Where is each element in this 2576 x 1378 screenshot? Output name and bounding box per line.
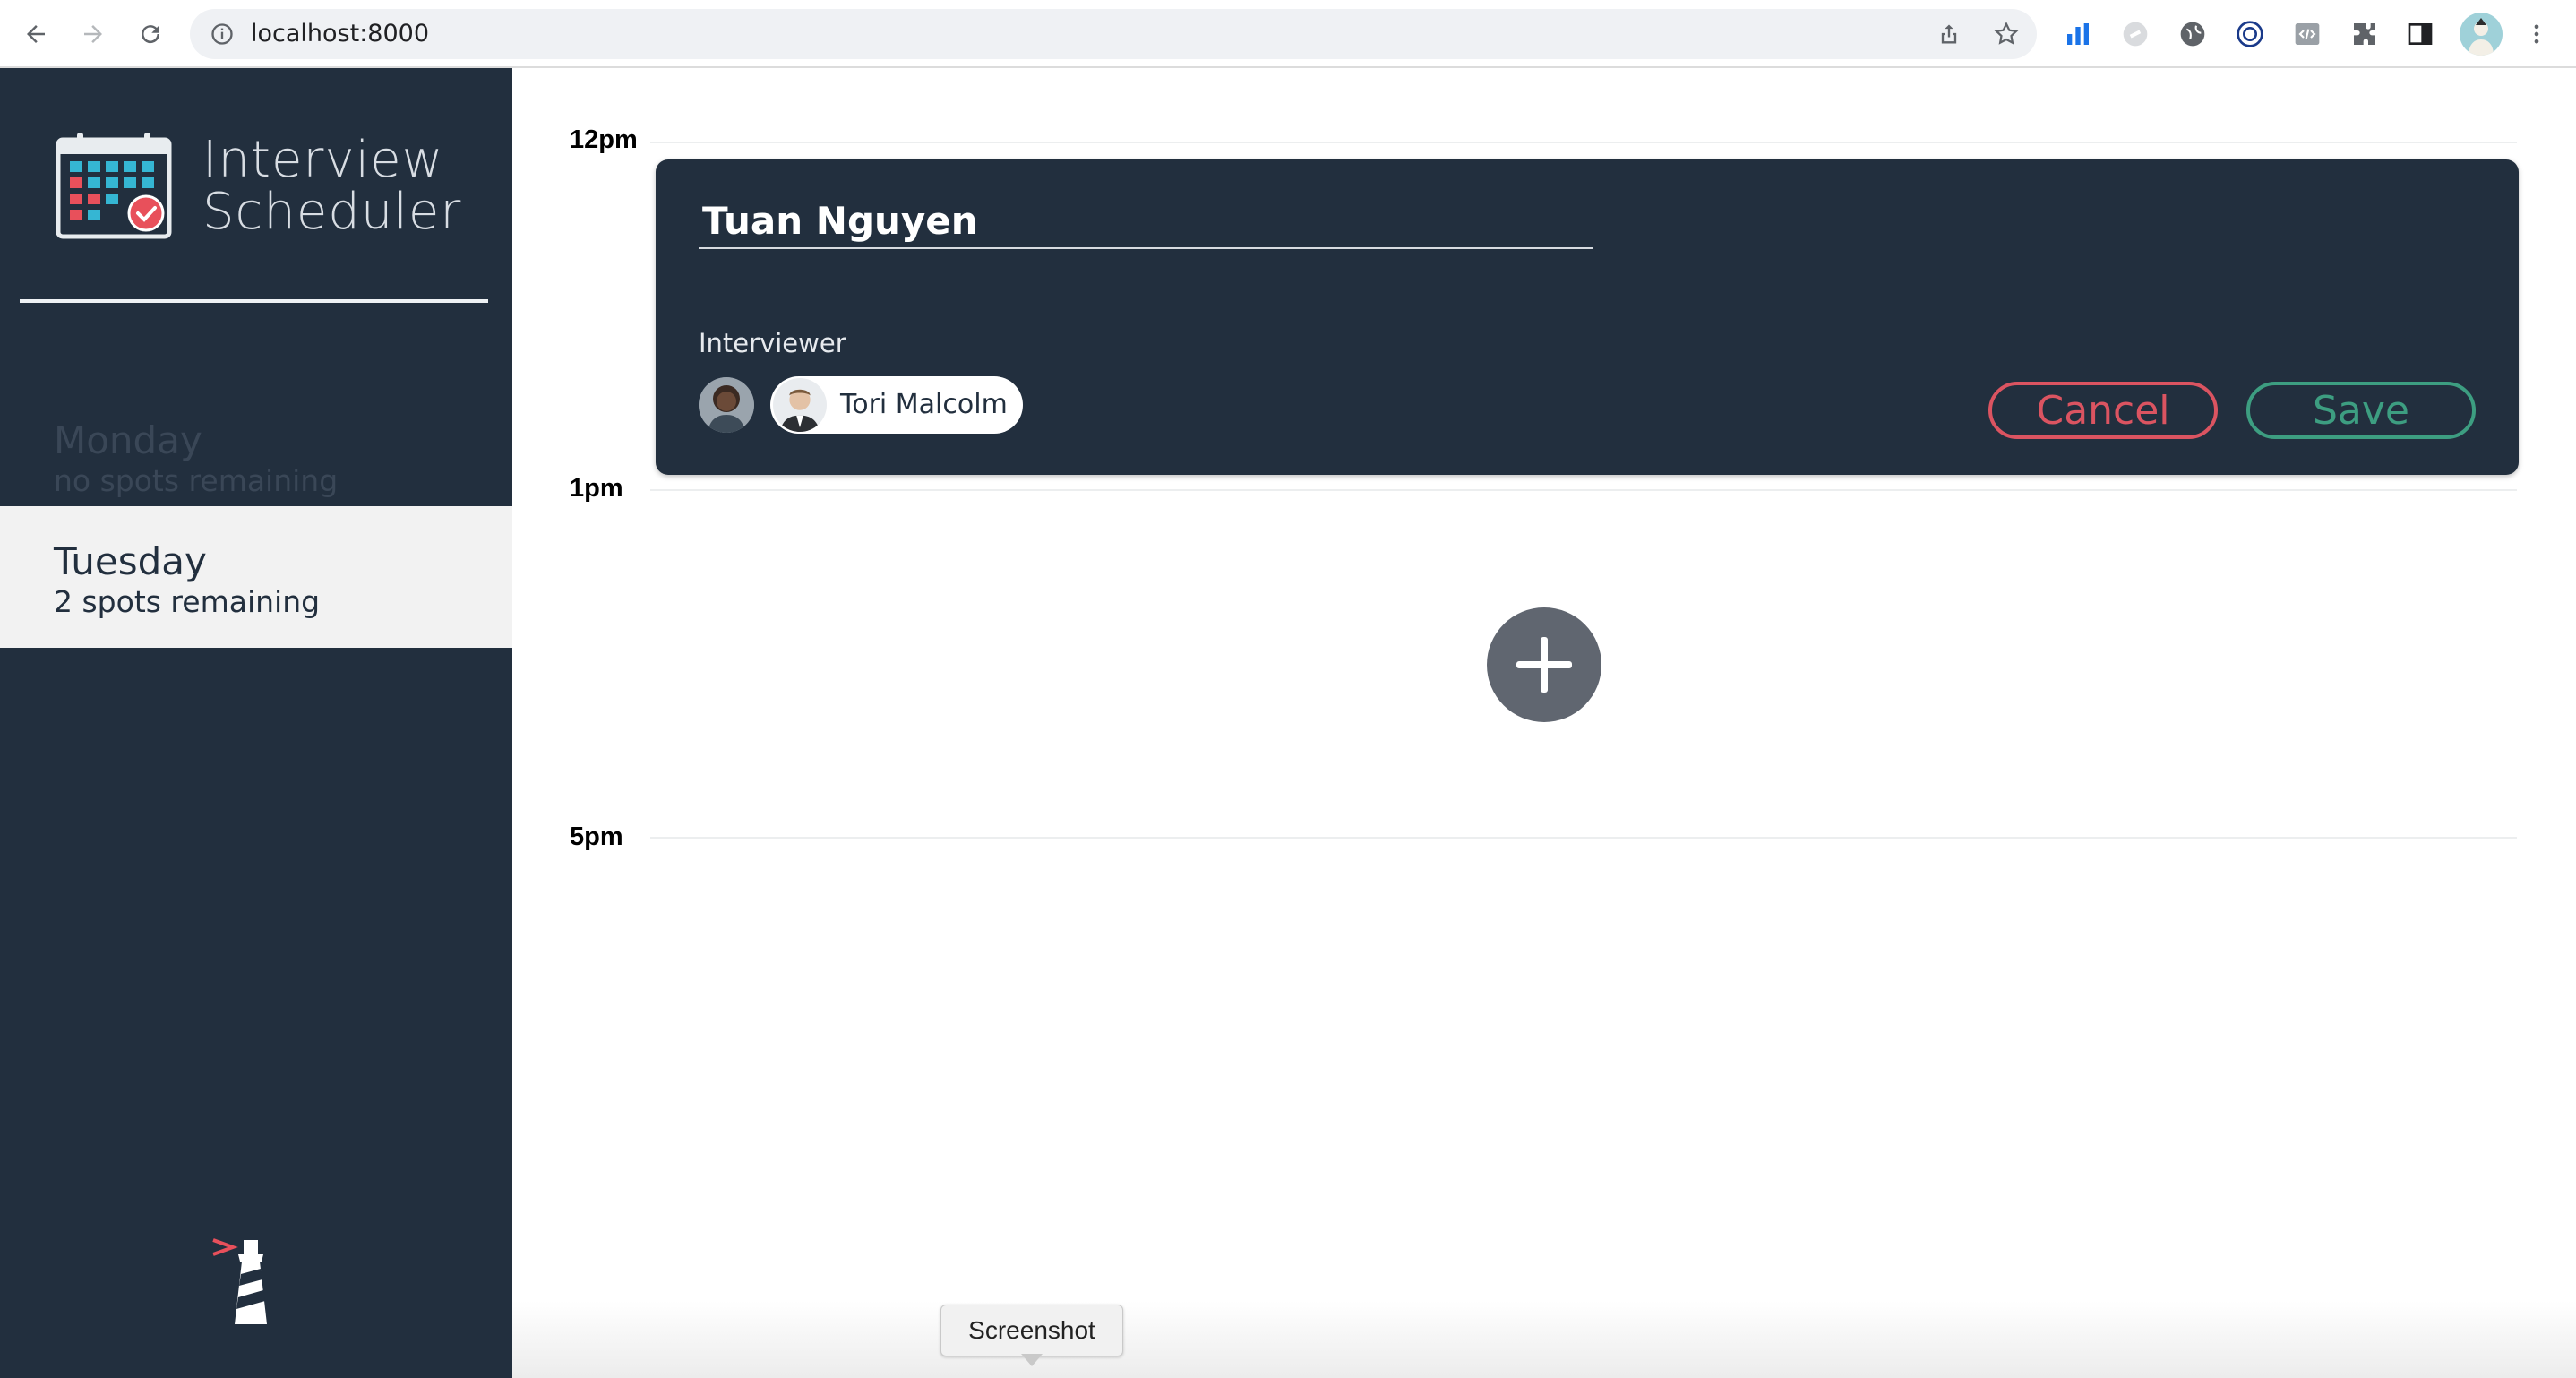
- calendar-logo-icon: [56, 131, 172, 245]
- link-extension-icon[interactable]: [2117, 16, 2153, 52]
- menu-icon[interactable]: [2519, 16, 2555, 52]
- time-label-5pm: 5pm: [570, 822, 623, 851]
- reload-icon[interactable]: [131, 14, 170, 54]
- day-item-tuesday[interactable]: Tuesday 2 spots remaining: [0, 506, 512, 648]
- day-spots: 2 spots remaining: [54, 584, 321, 619]
- add-appointment-button[interactable]: [1487, 607, 1601, 722]
- profile-avatar[interactable]: [2460, 13, 2503, 56]
- bookmark-star-icon[interactable]: [1988, 16, 2024, 52]
- lighthouse-logo-icon: [211, 1233, 274, 1331]
- time-label-12pm: 12pm: [570, 125, 638, 154]
- address-bar[interactable]: localhost:8000: [190, 9, 2037, 59]
- sidebar: Interview Scheduler Monday no spots rema…: [0, 68, 512, 1378]
- selected-interviewer-chip[interactable]: Tori Malcolm: [770, 376, 1023, 434]
- forward-icon[interactable]: [73, 14, 113, 54]
- day-spots: no spots remaining: [54, 463, 339, 498]
- interviewer-label: Interviewer: [699, 328, 846, 358]
- sidebar-divider: [20, 299, 488, 303]
- side-panel-icon[interactable]: [2402, 16, 2438, 52]
- site-info-icon[interactable]: [204, 16, 240, 52]
- cancel-button[interactable]: Cancel: [1988, 382, 2218, 439]
- screenshot-tooltip: Screenshot: [940, 1305, 1123, 1356]
- plus-icon: [1516, 637, 1572, 693]
- url-text[interactable]: localhost:8000: [251, 9, 429, 59]
- time-label-1pm: 1pm: [570, 474, 623, 503]
- save-button[interactable]: Save: [2246, 382, 2476, 439]
- globe-extension-icon[interactable]: [2175, 16, 2211, 52]
- time-divider: [650, 142, 2517, 143]
- time-divider: [650, 489, 2517, 491]
- interviewer-avatar: [773, 378, 827, 432]
- code-extension-icon[interactable]: [2289, 16, 2325, 52]
- selected-interviewer-name: Tori Malcolm: [840, 389, 1008, 420]
- back-icon[interactable]: [16, 14, 56, 54]
- share-icon[interactable]: [1931, 16, 1967, 52]
- bottom-shadow: [512, 1301, 2576, 1378]
- day-name: Monday: [54, 418, 202, 462]
- interviewer-avatar[interactable]: [699, 377, 754, 433]
- app-title: Interview Scheduler: [202, 134, 461, 238]
- compass-extension-icon[interactable]: [2232, 16, 2268, 52]
- app-title-line1: Interview: [202, 131, 444, 189]
- browser-toolbar: localhost:8000: [0, 0, 2576, 68]
- student-name-input[interactable]: [699, 194, 1593, 249]
- tooltip-tail: [1021, 1354, 1043, 1366]
- day-name: Tuesday: [54, 539, 207, 583]
- analytics-extension-icon[interactable]: [2060, 16, 2096, 52]
- appointment-form: Interviewer Tori Malcolm Cance: [656, 159, 2519, 475]
- time-divider: [650, 837, 2517, 839]
- extensions-icon[interactable]: [2347, 16, 2383, 52]
- app-title-line2: Scheduler: [202, 183, 462, 241]
